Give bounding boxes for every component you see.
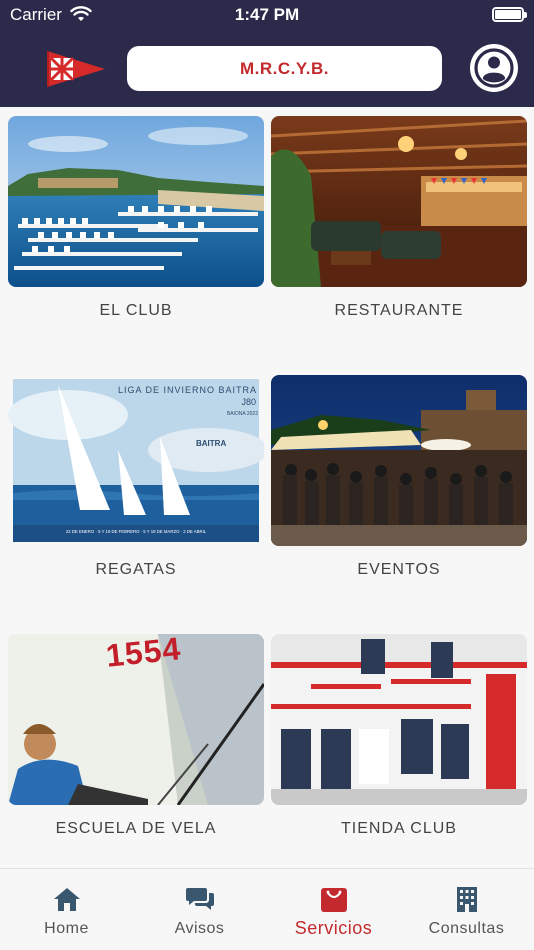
tab-label: Servicios: [294, 918, 373, 938]
tab-home[interactable]: Home: [0, 869, 133, 950]
user-profile-icon: [474, 48, 514, 88]
service-label: REGATAS: [95, 561, 177, 578]
evening-event-crowd-photo: [271, 375, 527, 546]
poster-class: J80: [241, 397, 256, 407]
building-icon: [456, 887, 477, 912]
service-label: EL CLUB: [99, 302, 173, 319]
shopping-bag-icon: [320, 888, 347, 912]
profile-button[interactable]: [470, 44, 518, 92]
bottom-tab-bar: Home Avisos Servicios Consultas: [0, 868, 534, 950]
club-burgee-icon: [47, 51, 105, 87]
status-time: 1:47 PM: [234, 5, 300, 24]
tab-label: Home: [44, 920, 89, 937]
service-label: EVENTOS: [357, 561, 441, 578]
service-label: ESCUELA DE VELA: [55, 820, 217, 837]
battery-icon: [492, 7, 527, 22]
poster-sponsor: BAITRA: [196, 439, 227, 448]
service-label: RESTAURANTE: [334, 302, 464, 319]
restaurant-bar-interior-photo: [271, 116, 527, 287]
tab-servicios[interactable]: Servicios: [267, 869, 400, 950]
club-title: M.R.C.Y.B.: [239, 58, 330, 78]
sail-number: 1554: [104, 630, 183, 674]
service-label: TIENDA CLUB: [341, 820, 457, 837]
club-title-button[interactable]: M.R.C.Y.B.: [127, 46, 442, 91]
services-grid: EL CLUB RESTAURANTE LIGA DE INVIERNO BAI…: [0, 107, 534, 868]
status-bar: Carrier 1:47 PM: [0, 0, 534, 30]
app-screen: Carrier 1:47 PM M.R.C.Y.B. EL CLUB RESTA…: [0, 0, 534, 950]
tab-label: Avisos: [174, 920, 225, 937]
chat-bubbles-icon: [185, 888, 214, 910]
app-header: Carrier 1:47 PM M.R.C.Y.B.: [0, 0, 534, 107]
poster-dates: 22 DE ENERO · 5 Y 19 DE FEBRERO · 5 Y 19…: [65, 529, 207, 534]
home-icon: [53, 888, 80, 911]
marina-harbor-photo: [8, 116, 264, 287]
poster-season: BAIONA 2022: [226, 411, 258, 417]
tab-avisos[interactable]: Avisos: [133, 869, 266, 950]
tab-label: Consultas: [428, 920, 505, 937]
tab-consultas[interactable]: Consultas: [400, 869, 533, 950]
club-shop-photo: [271, 634, 527, 805]
poster-title: LIGA DE INVIERNO BAITRA: [118, 385, 258, 395]
